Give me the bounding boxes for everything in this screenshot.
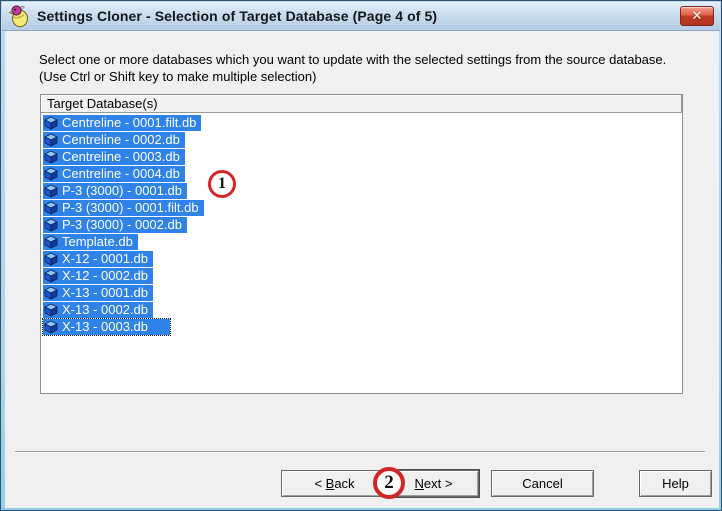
column-header-target-databases[interactable]: Target Database(s) xyxy=(41,95,682,113)
list-item-label: Centreline - 0001.filt.db xyxy=(62,115,196,130)
list-item-selection: P-3 (3000) - 0001.db xyxy=(43,183,187,199)
database-cube-icon xyxy=(44,235,58,249)
list-item[interactable]: P-3 (3000) - 0001.db xyxy=(43,182,682,199)
database-cube-icon xyxy=(44,184,58,198)
list-item-label: X-12 - 0002.db xyxy=(62,268,148,283)
annotation-step-1-label: 1 xyxy=(218,175,226,193)
back-button[interactable]: < Back xyxy=(281,470,388,497)
instruction-text: Select one or more databases which you w… xyxy=(39,51,711,85)
database-cube-icon xyxy=(44,218,58,232)
database-cube-icon xyxy=(44,303,58,317)
list-item-label: P-3 (3000) - 0001.db xyxy=(62,183,182,198)
column-header-label: Target Database(s) xyxy=(47,96,158,111)
list-item-label: Template.db xyxy=(62,234,133,249)
annotation-step-2: 2 xyxy=(373,467,405,499)
list-item-selection: Template.db xyxy=(43,234,138,250)
list-item-selection: P-3 (3000) - 0001.filt.db xyxy=(43,200,204,216)
list-item[interactable]: Centreline - 0001.filt.db xyxy=(43,114,682,131)
list-item-selection: X-13 - 0002.db xyxy=(43,302,153,318)
list-item[interactable]: P-3 (3000) - 0002.db xyxy=(43,216,682,233)
list-item[interactable]: X-12 - 0002.db xyxy=(43,267,682,284)
list-item[interactable]: P-3 (3000) - 0001.filt.db xyxy=(43,199,682,216)
database-cube-icon xyxy=(44,252,58,266)
list-item-label: X-13 - 0003.db xyxy=(62,319,148,334)
annotation-step-2-label: 2 xyxy=(384,472,394,494)
list-item[interactable]: X-13 - 0002.db xyxy=(43,301,682,318)
database-cube-icon xyxy=(44,286,58,300)
target-database-list: Centreline - 0001.filt.db Centreline - 0… xyxy=(41,113,682,335)
list-item[interactable]: X-13 - 0003.db xyxy=(43,318,682,335)
help-button[interactable]: Help xyxy=(639,470,712,497)
list-item-selection: Centreline - 0003.db xyxy=(43,149,185,165)
annotation-step-1: 1 xyxy=(208,170,236,198)
instruction-line-2: (Use Ctrl or Shift key to make multiple … xyxy=(39,68,711,85)
list-item-selection: P-3 (3000) - 0002.db xyxy=(43,217,187,233)
list-item-label: Centreline - 0004.db xyxy=(62,166,180,181)
list-item-label: P-3 (3000) - 0002.db xyxy=(62,217,182,232)
close-icon: ✕ xyxy=(692,8,703,23)
list-item-selection: Centreline - 0002.db xyxy=(43,132,185,148)
list-item[interactable]: Template.db xyxy=(43,233,682,250)
database-cube-icon xyxy=(44,116,58,130)
target-database-listbox: Target Database(s) Centreline - 0001.fil… xyxy=(40,94,683,394)
database-cube-icon xyxy=(44,167,58,181)
app-parrot-icon xyxy=(8,4,32,28)
database-cube-icon xyxy=(44,201,58,215)
cancel-button[interactable]: Cancel xyxy=(491,470,594,497)
list-item-selection: X-13 - 0003.db xyxy=(43,319,170,335)
list-item[interactable]: X-13 - 0001.db xyxy=(43,284,682,301)
list-item-label: X-12 - 0001.db xyxy=(62,251,148,266)
database-cube-icon xyxy=(44,150,58,164)
list-item-label: Centreline - 0003.db xyxy=(62,149,180,164)
list-item-selection: Centreline - 0001.filt.db xyxy=(43,115,201,131)
database-cube-icon xyxy=(44,320,58,334)
list-item[interactable]: Centreline - 0002.db xyxy=(43,131,682,148)
list-item[interactable]: X-12 - 0001.db xyxy=(43,250,682,267)
list-item-selection: X-12 - 0001.db xyxy=(43,251,153,267)
instruction-line-1: Select one or more databases which you w… xyxy=(39,51,711,68)
database-cube-icon xyxy=(44,269,58,283)
database-cube-icon xyxy=(44,133,58,147)
list-item-selection: X-12 - 0002.db xyxy=(43,268,153,284)
list-item-label: X-13 - 0001.db xyxy=(62,285,148,300)
list-item[interactable]: Centreline - 0004.db xyxy=(43,165,682,182)
title-bar[interactable]: Settings Cloner - Selection of Target Da… xyxy=(2,2,720,31)
list-item-selection: Centreline - 0004.db xyxy=(43,166,185,182)
list-item-label: X-13 - 0002.db xyxy=(62,302,148,317)
window-title: Settings Cloner - Selection of Target Da… xyxy=(37,8,437,24)
list-item[interactable]: Centreline - 0003.db xyxy=(43,148,682,165)
list-item-label: Centreline - 0002.db xyxy=(62,132,180,147)
dialog-body: Select one or more databases which you w… xyxy=(5,31,719,508)
list-item-selection: X-13 - 0001.db xyxy=(43,285,153,301)
settings-cloner-dialog: Settings Cloner - Selection of Target Da… xyxy=(0,0,722,511)
list-item-label: P-3 (3000) - 0001.filt.db xyxy=(62,200,199,215)
close-button[interactable]: ✕ xyxy=(680,6,714,26)
back-button-label: < xyxy=(314,476,325,491)
button-separator xyxy=(15,451,705,453)
